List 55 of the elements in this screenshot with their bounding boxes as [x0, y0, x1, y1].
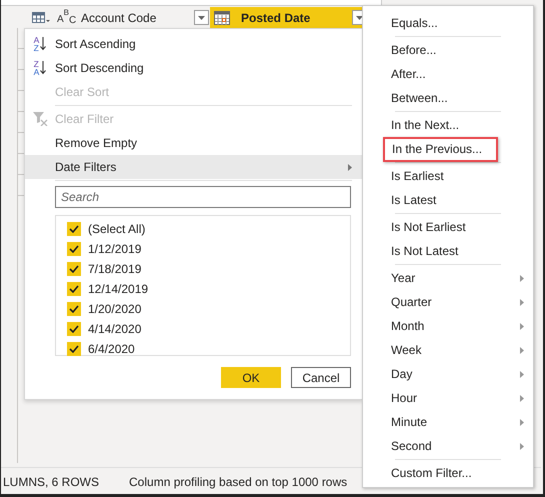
- search-field[interactable]: Search: [55, 186, 351, 208]
- checkbox[interactable]: [67, 342, 81, 356]
- checkbox[interactable]: [67, 222, 81, 236]
- value-item[interactable]: 4/14/2020: [56, 319, 350, 339]
- menu-item[interactable]: Before...: [363, 38, 533, 62]
- menu-item[interactable]: Second: [363, 434, 533, 458]
- menu-item[interactable]: After...: [363, 62, 533, 86]
- checkbox[interactable]: [67, 322, 81, 336]
- submenu-arrow-icon: [520, 394, 524, 402]
- menu-item[interactable]: Minute: [363, 410, 533, 434]
- menu-item[interactable]: AZ Sort Ascending: [25, 32, 362, 56]
- submenu-arrow-icon: [520, 298, 524, 306]
- menu-item[interactable]: Week: [363, 338, 533, 362]
- status-text: LUMNS, 6 ROWS: [3, 474, 100, 488]
- submenu-arrow-icon: [520, 442, 524, 450]
- menu-item[interactable]: Is Not Earliest: [363, 215, 533, 239]
- value-item[interactable]: 12/14/2019: [56, 279, 350, 299]
- menu-item[interactable]: Month: [363, 314, 533, 338]
- menu-item[interactable]: Quarter: [363, 290, 533, 314]
- value-item[interactable]: (Select All): [56, 219, 350, 239]
- menu-item[interactable]: Remove Empty: [25, 131, 362, 155]
- menu-item[interactable]: In the Next...: [363, 113, 533, 137]
- table-icon[interactable]: [32, 12, 50, 24]
- menu-item[interactable]: Is Latest: [363, 188, 533, 212]
- submenu-arrow-icon: [348, 164, 352, 170]
- menu-item[interactable]: Custom Filter...: [363, 461, 533, 485]
- checkbox[interactable]: [67, 262, 81, 276]
- caret-icon: [356, 16, 363, 20]
- cancel-button[interactable]: Cancel: [291, 367, 351, 388]
- calendar-icon: [214, 10, 230, 24]
- checkbox[interactable]: [67, 282, 81, 296]
- submenu-arrow-icon: [520, 418, 524, 426]
- value-item[interactable]: 7/18/2019: [56, 259, 350, 279]
- value-item[interactable]: 1/12/2019: [56, 239, 350, 259]
- caret-icon: [198, 16, 205, 20]
- clear-filter-icon: [32, 112, 48, 126]
- value-item[interactable]: 6/4/2020: [56, 339, 350, 359]
- submenu-arrow-icon: [520, 274, 524, 282]
- status-text: Column profiling based on top 1000 rows: [129, 474, 348, 488]
- menu-item[interactable]: Date Filters: [25, 155, 362, 179]
- menu-item[interactable]: Hour: [363, 386, 533, 410]
- value-item[interactable]: 1/20/2020: [56, 299, 350, 319]
- checkbox[interactable]: [67, 302, 81, 316]
- dropdown-button[interactable]: [194, 10, 209, 25]
- menu-item[interactable]: Is Earliest: [363, 164, 533, 188]
- menu-item[interactable]: Year: [363, 266, 533, 290]
- checkbox[interactable]: [67, 242, 81, 256]
- submenu-arrow-icon: [520, 322, 524, 330]
- menu-item[interactable]: Is Not Latest: [363, 239, 533, 263]
- ok-button[interactable]: OK: [221, 367, 281, 388]
- submenu-arrow-icon: [520, 346, 524, 354]
- menu-item[interactable]: Between...: [363, 86, 533, 110]
- menu-item[interactable]: Day: [363, 362, 533, 386]
- submenu-arrow-icon: [520, 370, 524, 378]
- menu-item[interactable]: ZA Sort Descending: [25, 56, 362, 80]
